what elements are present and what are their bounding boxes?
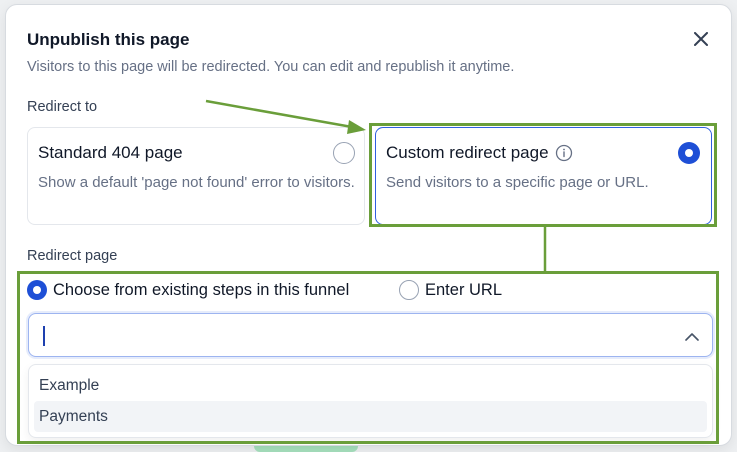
redirect-to-label: Redirect to <box>27 99 98 115</box>
dropdown-toggle[interactable] <box>683 328 701 344</box>
option-title: Custom redirect page <box>386 143 549 162</box>
redirect-step-dropdown: Example Payments <box>28 364 713 438</box>
option-title: Standard 404 page <box>38 143 183 162</box>
dropdown-option-payments[interactable]: Payments <box>34 401 707 432</box>
close-icon <box>694 32 708 46</box>
modal-title: Unpublish this page <box>27 30 190 49</box>
info-icon <box>555 144 572 162</box>
choose-existing-radio[interactable] <box>27 280 47 300</box>
choose-existing-steps-option[interactable]: Choose from existing steps in this funne… <box>27 280 349 300</box>
chevron-up-icon <box>685 332 699 341</box>
redirect-page-label: Redirect page <box>27 248 118 264</box>
redirect-step-select[interactable] <box>28 313 713 357</box>
enter-url-label: Enter URL <box>425 280 503 299</box>
option-description: Send visitors to a specific page or URL. <box>386 174 649 191</box>
close-button[interactable] <box>687 25 715 53</box>
standard-404-radio[interactable] <box>333 142 355 164</box>
custom-redirect-option[interactable]: Custom redirect page Send visitors to a … <box>375 127 712 225</box>
dropdown-option-example[interactable]: Example <box>34 370 707 401</box>
enter-url-option[interactable]: Enter URL <box>399 280 502 300</box>
text-cursor <box>43 326 45 346</box>
option-description: Show a default 'page not found' error to… <box>38 174 355 191</box>
standard-404-option[interactable]: Standard 404 page Show a default 'page n… <box>27 127 365 225</box>
custom-redirect-radio[interactable] <box>678 142 700 164</box>
enter-url-radio[interactable] <box>399 280 419 300</box>
redirect-step-search-input[interactable] <box>49 325 649 343</box>
modal-subtitle: Visitors to this page will be redirected… <box>27 59 515 75</box>
choose-existing-label: Choose from existing steps in this funne… <box>53 280 350 299</box>
option-title-row: Custom redirect page <box>386 143 711 163</box>
unpublish-modal: Unpublish this page Visitors to this pag… <box>5 4 732 446</box>
